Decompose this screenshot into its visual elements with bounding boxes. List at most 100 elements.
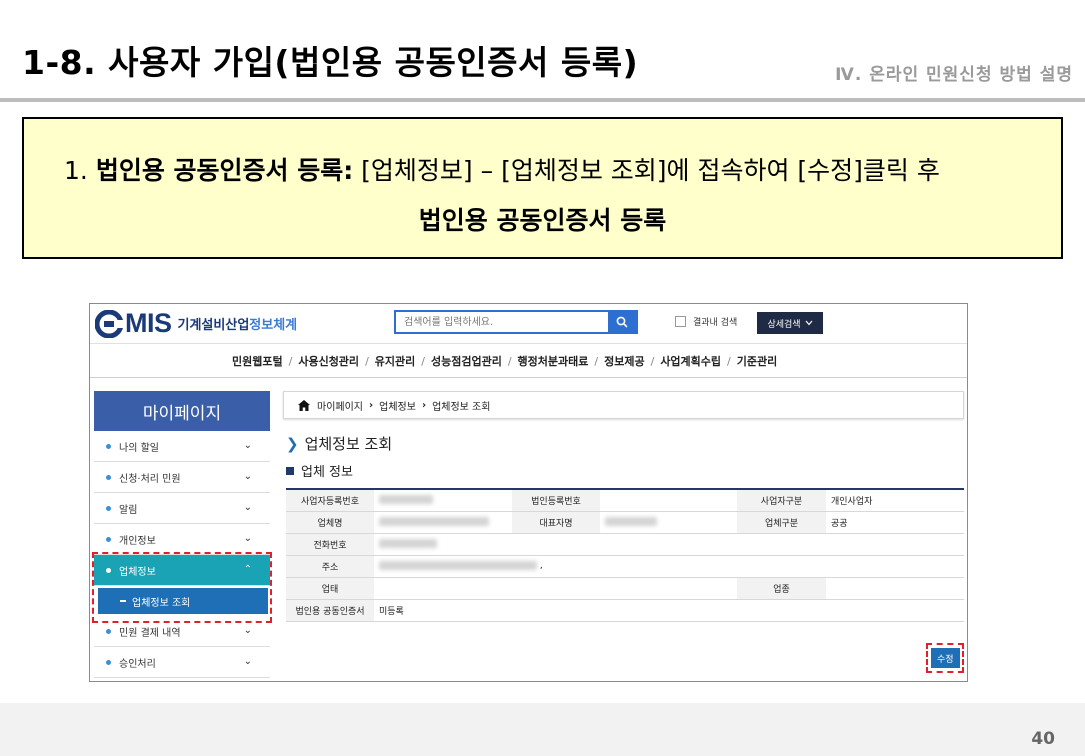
nav-label: 민원웹포털 (232, 355, 283, 368)
sidebar-item-label: 알림 (119, 504, 138, 516)
nav-separator: / (650, 354, 655, 368)
section-title-text: 업체 정보 (301, 465, 353, 480)
nav-label: 유지관리 (374, 355, 416, 368)
redacted-value (379, 517, 489, 526)
chevron-down-icon (805, 320, 813, 326)
nav-item-standards[interactable]: / 기준관리 (721, 353, 777, 369)
sidebar-item-label: 승인처리 (119, 658, 156, 670)
sidebar-item-label: 민원 결제 내역 (119, 627, 181, 639)
sidebar-item-approval[interactable]: 승인처리 ⌄ (94, 647, 270, 678)
nav-item-maintenance[interactable]: / 유지관리 (359, 353, 415, 369)
sidebar-item-my-tasks[interactable]: 나의 할일 ⌄ (94, 431, 270, 462)
chevron-down-icon: ⌄ (243, 533, 252, 544)
redacted-value (379, 561, 537, 570)
search-in-results-label: 결과내 검색 (693, 318, 738, 328)
bullet-icon (106, 628, 111, 634)
app-screenshot: MIS 기계설비산업정보체계 결과내 검색 상세검색 민원웹포털 / 사용신청관리… (89, 303, 968, 682)
instruction-box: 1. 법인용 공동인증서 등록: [업체정보] – [업체정보 조회]에 접속하… (22, 117, 1063, 259)
search-input[interactable] (396, 312, 608, 332)
nav-list: 민원웹포털 / 사용신청관리 / 유지관리 / 성능점검업관리 / 행정처분과태료 / 정… (232, 353, 777, 369)
logo-name-main: 기계설비산업 (177, 318, 250, 333)
sidebar: 마이페이지 나의 할일 ⌄ 신청·처리 민원 ⌄ 알림 ⌄ 개인정보 ⌄ 업체정보 ⌃ 업… (94, 391, 270, 678)
search-in-results-checkbox[interactable] (675, 316, 686, 327)
advanced-search-button[interactable]: 상세검색 (757, 312, 823, 334)
chevron-down-icon: ⌄ (243, 502, 252, 513)
nav-separator: / (288, 354, 293, 368)
company-name-value (374, 511, 512, 534)
table-row: 사업자등록번호 법인등록번호 사업자구분 개인사업자 (286, 489, 964, 512)
nav-separator: / (507, 354, 512, 368)
nav-separator: / (727, 354, 731, 368)
search-icon (616, 316, 628, 328)
cert-status-value: 미등록 (374, 599, 964, 622)
chevron-right-icon: ❯ (286, 434, 299, 453)
nav-item-info[interactable]: / 정보제공 (588, 353, 644, 369)
nav-label: 정보제공 (604, 355, 645, 368)
chevron-down-icon: ⌄ (243, 625, 252, 636)
sidebar-item-personal-info[interactable]: 개인정보 ⌄ (94, 524, 270, 555)
search-box (394, 310, 638, 334)
item-value (826, 577, 964, 600)
category-value (374, 577, 737, 600)
address-suffix: , (539, 561, 543, 571)
sidebar-title: 마이페이지 (94, 391, 270, 431)
logo-system-name: 기계설비산업정보체계 (178, 314, 298, 333)
company-type-value: 공공 (826, 511, 964, 534)
nav-item-penalty[interactable]: / 행정처분과태료 (502, 353, 589, 369)
logo-mis-text: MIS (125, 308, 172, 338)
field-label: 전화번호 (286, 533, 374, 556)
slide-title: 1-8. 사용자 가입(법인용 공동인증서 등록) (22, 43, 639, 82)
chevron-down-icon: ⌄ (243, 656, 252, 667)
table-row: 업태 업종 (286, 577, 964, 600)
table-row: 전화번호 (286, 533, 964, 556)
chevron-down-icon: ⌄ (243, 440, 252, 451)
section-title: 업체 정보 (286, 461, 353, 480)
nav-item-planning[interactable]: / 사업계획수립 (645, 353, 721, 369)
advanced-search-label: 상세검색 (767, 319, 801, 330)
sidebar-item-label: 나의 할일 (119, 442, 159, 454)
app-top-bar: MIS 기계설비산업정보체계 결과내 검색 상세검색 (90, 304, 967, 344)
instruction-bold-lead: 법인용 공동인증서 등록: (95, 156, 354, 185)
sidebar-item-label: 신청·처리 민원 (119, 473, 181, 485)
redacted-value (379, 539, 437, 548)
nav-separator: / (421, 354, 425, 368)
breadcrumb-chevron-icon: › (369, 399, 374, 411)
instruction-line-2: 법인용 공동인증서 등록 (418, 206, 667, 235)
breadcrumb: 마이페이지 › 업체정보 › 업체정보 조회 (283, 391, 964, 419)
highlight-frame-sidebar (92, 552, 272, 623)
field-label: 대표자명 (512, 511, 600, 534)
nav-label: 성능점검업관리 (430, 355, 502, 368)
breadcrumb-item: 업체정보 조회 (432, 401, 491, 413)
search-in-results-option[interactable]: 결과내 검색 (675, 315, 737, 328)
nav-item-inspection[interactable]: / 성능점검업관리 (415, 353, 502, 369)
field-label: 주소 (286, 555, 374, 578)
table-row: 법인용 공동인증서 미등록 (286, 599, 964, 622)
business-type-value: 개인사업자 (826, 489, 964, 512)
bullet-icon (106, 505, 111, 511)
sidebar-item-notifications[interactable]: 알림 ⌄ (94, 493, 270, 524)
nav-label: 사업계획수립 (660, 355, 722, 368)
home-icon[interactable] (298, 399, 310, 411)
instruction-number: 1. (64, 156, 88, 185)
business-reg-no-value (374, 489, 512, 512)
breadcrumb-item[interactable]: 업체정보 (379, 398, 416, 413)
highlight-frame-edit-button (926, 643, 964, 673)
field-label: 업체명 (286, 511, 374, 534)
nav-item-usage-request[interactable]: / 사용신청관리 (283, 353, 359, 369)
nav-label: 사용신청관리 (298, 355, 360, 368)
nav-label: 행정처분과태료 (517, 355, 589, 368)
company-info-table: 사업자등록번호 법인등록번호 사업자구분 개인사업자 업체명 대표자명 업체구분… (286, 488, 964, 622)
bullet-icon (106, 536, 111, 542)
header-divider (0, 98, 1085, 102)
instruction-text: [업체정보] – [업체정보 조회]에 접속하여 [수정]클릭 후 (353, 156, 940, 185)
address-value: , (374, 555, 964, 578)
sidebar-item-requests[interactable]: 신청·처리 민원 ⌄ (94, 462, 270, 493)
app-logo[interactable]: MIS 기계설비산업정보체계 (95, 308, 297, 339)
nav-item-portal[interactable]: 민원웹포털 (232, 353, 283, 369)
breadcrumb-item[interactable]: 마이페이지 (317, 398, 363, 413)
representative-value (600, 511, 737, 534)
nav-separator: / (594, 354, 599, 368)
slide-footer: 40 (0, 703, 1085, 756)
search-button[interactable] (608, 312, 636, 332)
table-row: 업체명 대표자명 업체구분 공공 (286, 511, 964, 534)
